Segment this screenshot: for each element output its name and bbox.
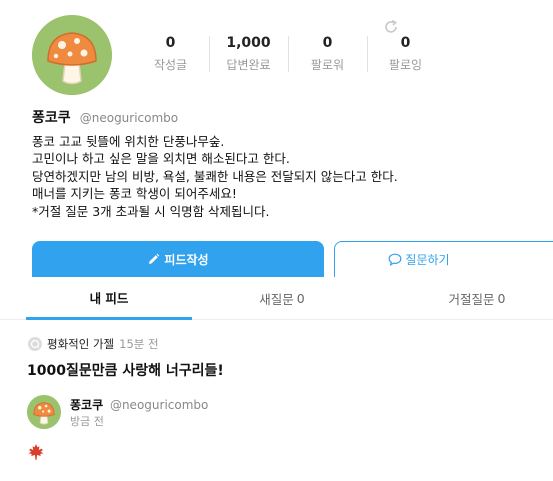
question-author: 평화적인 가젤: [47, 337, 115, 351]
feed-tabs: 내 피드 새질문 0 거절질문 0: [0, 277, 553, 320]
speech-bubble-icon: [389, 253, 402, 266]
stat-label: 팔로잉: [388, 58, 423, 72]
anonymous-icon: [28, 337, 42, 351]
answer-author-info: 퐁코쿠 @neoguricombo 방금 전: [70, 395, 208, 429]
bio-line: 당연하겠지만 남의 비방, 욕설, 불쾌한 내용은 전달되지 않는다고 한다.: [32, 168, 398, 184]
write-feed-label: 피드작성: [164, 252, 209, 267]
stat-label: 팔로워: [310, 58, 345, 72]
question-time: 15분 전: [119, 337, 159, 351]
profile-bio: 퐁코 고교 뒷뜰에 위치한 단풍나무숲. 고민이나 하고 싶은 말을 외치면 해…: [32, 133, 532, 220]
tab-my-feed-label: 내 피드: [89, 290, 129, 306]
profile-handle: @neoguricombo: [79, 111, 179, 125]
stat-label: 작성글: [153, 58, 188, 72]
write-feed-button[interactable]: 피드작성: [32, 241, 324, 277]
profile-stats: 0 작성글 1,000 답변완료 0 팔로워 0 팔로잉: [132, 34, 444, 74]
mushroom-icon: [27, 395, 61, 429]
tab-rejected-questions[interactable]: 거절질문 0: [372, 277, 553, 320]
answer-author-handle: @neoguricombo: [109, 398, 209, 412]
stat-followers[interactable]: 0 팔로워: [288, 34, 367, 74]
tab-my-feed[interactable]: 내 피드: [26, 277, 192, 320]
bio-line: 고민이나 하고 싶은 말을 외치면 해소된다고 한다.: [32, 151, 290, 167]
bio-line: *거절 질문 3개 초과될 시 익명함 삭제됩니다.: [32, 203, 270, 219]
tab-new-label: 새질문: [259, 292, 294, 307]
mushroom-icon: [32, 15, 112, 95]
answer-author-name: 퐁코쿠: [70, 398, 104, 412]
question-text[interactable]: 1000질문만큼 사랑해 너구리들!: [27, 360, 224, 380]
stat-posts[interactable]: 0 작성글: [132, 34, 209, 74]
ask-question-button[interactable]: 질문하기: [334, 241, 553, 277]
profile-name-row: 퐁코쿠 @neoguricombo: [32, 107, 178, 127]
bio-line: 퐁코 고교 뒷뜰에 위치한 단풍나무숲.: [32, 134, 225, 149]
stat-label: 답변완료: [226, 58, 271, 72]
question-meta: 평화적인 가젤 15분 전: [28, 336, 159, 352]
stat-value: 1,000: [226, 35, 271, 51]
profile-avatar[interactable]: [32, 15, 112, 95]
stat-value: 0: [165, 35, 176, 51]
ask-question-label: 질문하기: [405, 253, 450, 267]
stat-value: 0: [322, 35, 333, 51]
stat-answered[interactable]: 1,000 답변완료: [209, 34, 288, 74]
stat-value: 0: [400, 35, 411, 51]
tab-new-questions[interactable]: 새질문 0: [192, 277, 372, 320]
bio-line: 매너를 지키는 퐁코 학생이 되어주세요!: [32, 186, 237, 202]
answer-time: 방금 전: [70, 415, 104, 428]
profile-name: 퐁코쿠: [32, 110, 71, 126]
stat-following[interactable]: 0 팔로잉: [366, 34, 444, 74]
maple-leaf-icon: [27, 443, 45, 461]
tab-rejected-label: 거절질문: [448, 292, 495, 307]
tab-rejected-count: 0: [497, 291, 506, 306]
answer-block: 퐁코쿠 @neoguricombo 방금 전: [27, 395, 208, 429]
answer-avatar[interactable]: [27, 395, 61, 429]
tab-new-count: 0: [296, 291, 305, 306]
pencil-icon: [149, 253, 160, 264]
